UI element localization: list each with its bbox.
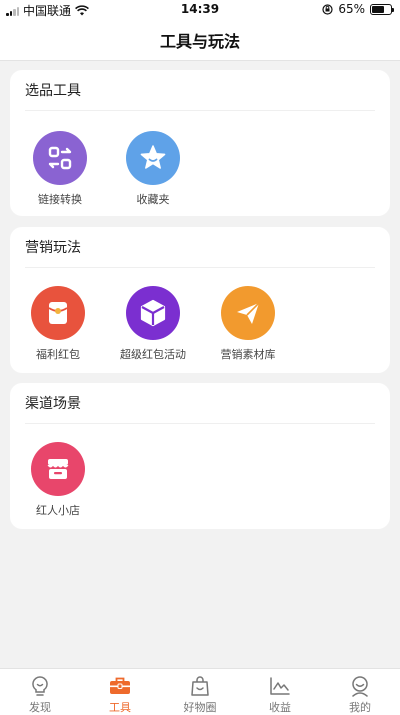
tool-favorites[interactable]: 收藏夹	[108, 131, 198, 207]
tool-marketing-materials[interactable]: 营销素材库	[203, 286, 293, 362]
profile-icon	[349, 675, 371, 697]
tool-label: 超级红包活动	[120, 348, 186, 361]
tab-goods-circle[interactable]: 好物圈	[160, 669, 240, 715]
tab-label: 工具	[109, 701, 131, 714]
paper-plane-icon	[221, 286, 275, 340]
cube-icon	[126, 286, 180, 340]
battery-fill	[372, 5, 384, 13]
tool-label: 红人小店	[36, 504, 80, 517]
page-title: 工具与玩法	[159, 32, 240, 51]
status-right: 65%	[322, 2, 394, 16]
tab-earnings[interactable]: 收益	[240, 669, 320, 715]
status-bar: 中国联通 14:39 65%	[0, 0, 400, 20]
tab-discover[interactable]: 发现	[0, 669, 80, 715]
tab-tools[interactable]: 工具	[80, 669, 160, 715]
tool-super-red-envelope[interactable]: 超级红包活动	[108, 286, 198, 362]
tab-label: 收益	[269, 701, 291, 714]
rotation-lock-icon	[322, 3, 333, 15]
section-title: 选品工具	[25, 70, 375, 111]
tab-bar: 发现 工具 好物圈 收益 我的	[0, 668, 400, 715]
tool-influencer-shop[interactable]: 红人小店	[13, 442, 103, 518]
bag-icon	[189, 675, 211, 697]
nav-bar: 工具与玩法	[0, 20, 400, 61]
battery-percent: 65%	[338, 2, 365, 16]
tab-label: 好物圈	[183, 701, 217, 714]
tool-label: 链接转换	[38, 193, 82, 206]
chart-icon	[269, 675, 291, 697]
toolbox-icon	[109, 675, 131, 697]
bulb-icon	[29, 675, 51, 697]
tool-label: 收藏夹	[136, 193, 170, 206]
shop-icon	[31, 442, 85, 496]
section-title: 营销玩法	[25, 227, 375, 268]
section-card-channels: 渠道场景 红人小店	[10, 383, 390, 529]
red-envelope-icon	[31, 286, 85, 340]
section-title: 渠道场景	[25, 383, 375, 424]
section-card-marketing: 营销玩法 福利红包 超级红包活动 营销素材库	[10, 227, 390, 373]
tool-label: 营销素材库	[220, 348, 276, 361]
tab-label: 发现	[29, 701, 51, 714]
battery-icon	[370, 3, 394, 15]
tool-red-envelope[interactable]: 福利红包	[13, 286, 103, 362]
star-favorites-icon	[126, 131, 180, 185]
tab-label: 我的	[349, 701, 371, 714]
section-card-product-tools: 选品工具 链接转换 收藏夹	[10, 70, 390, 216]
tool-label: 福利红包	[36, 348, 80, 361]
tab-profile[interactable]: 我的	[320, 669, 400, 715]
tool-link-convert[interactable]: 链接转换	[15, 131, 105, 207]
link-convert-icon	[33, 131, 87, 185]
